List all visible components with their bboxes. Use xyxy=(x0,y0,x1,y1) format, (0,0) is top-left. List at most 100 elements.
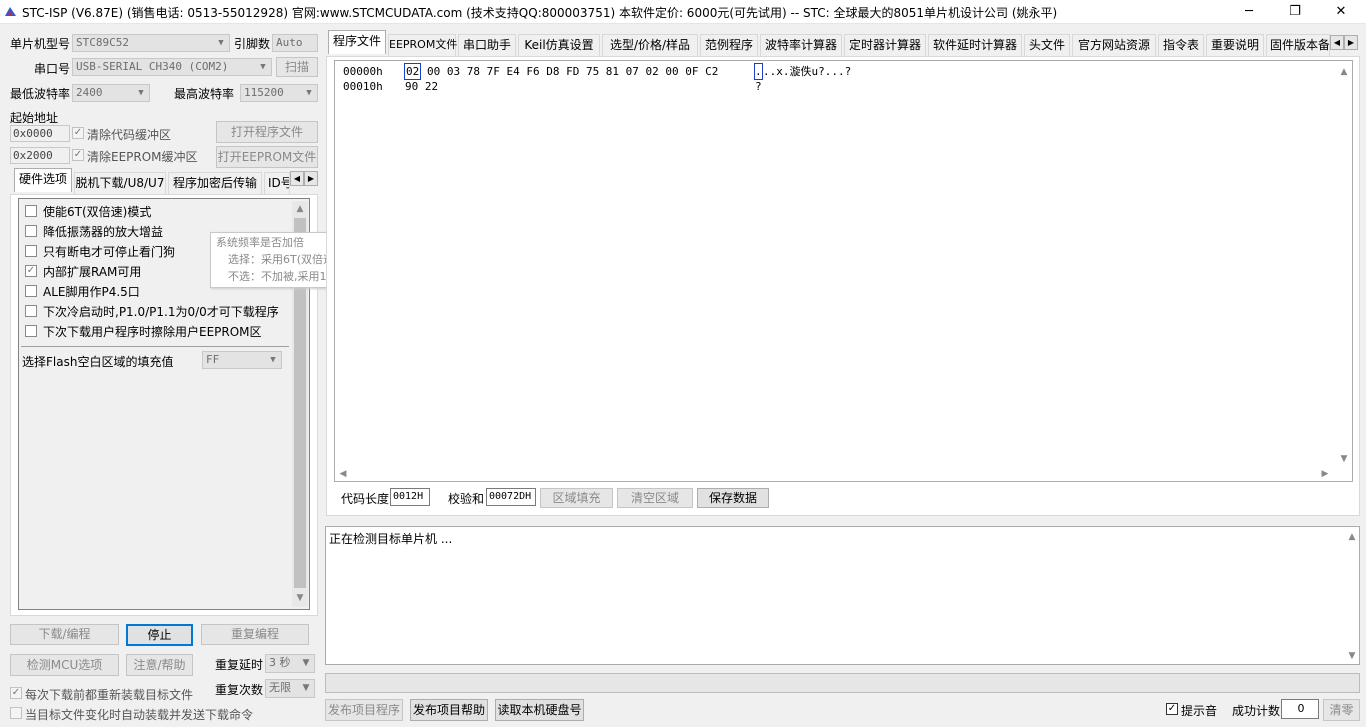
detect-mcu-button[interactable]: 检测MCU选项 xyxy=(10,654,119,676)
tab-scroll-right[interactable]: ▶ xyxy=(304,171,318,186)
tab-scroll-left[interactable]: ◀ xyxy=(1330,35,1344,50)
code-length-field: 0012H xyxy=(390,488,430,506)
tab-serial-assistant[interactable]: 串口助手 xyxy=(458,34,516,56)
save-data-button[interactable]: 保存数据 xyxy=(697,488,769,508)
download-program-button[interactable]: 下载/编程 xyxy=(10,624,119,645)
publish-help-button[interactable]: 发布项目帮助 xyxy=(410,699,488,721)
option-checkbox[interactable]: ✓ xyxy=(25,265,37,277)
start-address-label: 起始地址 xyxy=(10,111,59,125)
tab-timer-calculator[interactable]: 定时器计算器 xyxy=(844,34,926,56)
log-output[interactable]: 正在检测目标单片机 ... ▲ ▼ xyxy=(325,526,1360,665)
maximize-button[interactable]: ❐ xyxy=(1272,0,1318,24)
tab-baud-calculator[interactable]: 波特率计算器 xyxy=(760,34,842,56)
checksum-label: 校验和 xyxy=(448,492,485,506)
publish-program-button[interactable]: 发布项目程序 xyxy=(325,699,403,721)
tab-delay-calculator[interactable]: 软件延时计算器 xyxy=(928,34,1022,56)
option-checkbox[interactable] xyxy=(25,285,37,297)
scroll-down-icon[interactable]: ▼ xyxy=(1345,651,1359,661)
tab-selection-price[interactable]: 选型/价格/样品 xyxy=(602,34,698,56)
port-select[interactable]: USB-SERIAL CH340 (COM2) ▼ xyxy=(72,58,272,76)
hex-bytes: 00 03 78 7F E4 F6 D8 FD 75 81 07 02 00 0… xyxy=(427,65,719,78)
minimize-button[interactable]: ─ xyxy=(1226,0,1272,24)
tab-hardware-options[interactable]: 硬件选项 xyxy=(14,168,72,192)
scroll-left-icon[interactable]: ◀ xyxy=(337,469,349,479)
scan-button[interactable]: 扫描 xyxy=(276,57,318,77)
help-button[interactable]: 注意/帮助 xyxy=(126,654,193,676)
auto-load-label: 当目标文件变化时自动装载并发送下载命令 xyxy=(25,708,254,722)
stop-button[interactable]: 停止 xyxy=(126,624,193,646)
open-program-button[interactable]: 打开程序文件 xyxy=(216,121,318,143)
tab-scroll-right[interactable]: ▶ xyxy=(1344,35,1358,50)
close-button[interactable]: ✕ xyxy=(1318,0,1364,24)
tab-firmware-notes[interactable]: 固件版本备 xyxy=(1266,34,1330,56)
scroll-up-icon[interactable]: ▲ xyxy=(292,204,308,214)
scroll-up-icon[interactable]: ▲ xyxy=(1337,67,1351,77)
auto-load-checkbox[interactable] xyxy=(10,707,22,719)
chevron-down-icon: ▼ xyxy=(218,38,224,48)
tab-instruction-table[interactable]: 指令表 xyxy=(1158,34,1204,56)
tab-header-files[interactable]: 头文件 xyxy=(1024,34,1070,56)
option-label: 降低振荡器的放大增益 xyxy=(43,225,164,239)
option-checkbox[interactable] xyxy=(25,225,37,237)
title-bar: STC-ISP (V6.87E) (销售电话: 0513-55012928) 官… xyxy=(0,0,1366,24)
success-count-field: 0 xyxy=(1281,699,1319,719)
pins-select[interactable]: Auto xyxy=(272,34,318,52)
ascii-text: ..x.漩佚u?...? xyxy=(763,65,852,78)
option-checkbox[interactable] xyxy=(25,205,37,217)
read-disk-button[interactable]: 读取本机硬盘号 xyxy=(495,699,584,721)
scroll-down-icon[interactable]: ▼ xyxy=(1337,454,1351,464)
tab-scroll-left[interactable]: ◀ xyxy=(290,171,304,186)
fill-region-button[interactable]: 区域填充 xyxy=(540,488,613,508)
chevron-down-icon: ▼ xyxy=(270,355,276,365)
max-baud-label: 最高波特率 xyxy=(174,87,235,101)
code-address-field[interactable]: 0x0000 xyxy=(10,125,70,142)
scroll-right-icon[interactable]: ▶ xyxy=(1319,469,1331,479)
scroll-down-icon[interactable]: ▼ xyxy=(292,593,308,603)
eeprom-address-field[interactable]: 0x2000 xyxy=(10,147,70,164)
hex-viewer[interactable]: 00000h 02 00 03 78 7F E4 F6 D8 FD 75 81 … xyxy=(334,60,1353,482)
right-tab-bar: 程序文件 EEPROM文件 串口助手 Keil仿真设置 选型/价格/样品 范例程… xyxy=(326,30,1360,56)
reload-checkbox[interactable]: ✓ xyxy=(10,687,22,699)
tab-offline-download[interactable]: 脱机下载/U8/U7 xyxy=(74,172,166,194)
progress-bar xyxy=(325,673,1360,693)
ascii-text: ? xyxy=(755,80,762,93)
hex-address: 00010h xyxy=(343,80,383,93)
option-checkbox[interactable] xyxy=(25,245,37,257)
ascii-cursor[interactable]: . xyxy=(754,63,763,80)
left-tab-bar: 硬件选项 脱机下载/U8/U7 程序加密后传输 ID号 ◀ ▶ xyxy=(10,168,318,194)
chevron-down-icon: ▼ xyxy=(306,88,312,98)
tab-program-file[interactable]: 程序文件 xyxy=(328,30,386,54)
tab-important-notes[interactable]: 重要说明 xyxy=(1206,34,1264,56)
pins-label: 引脚数 xyxy=(234,37,271,51)
tab-website-resources[interactable]: 官方网站资源 xyxy=(1072,34,1156,56)
reprogram-button[interactable]: 重复编程 xyxy=(201,624,309,645)
option-label: 内部扩展RAM可用 xyxy=(43,265,142,279)
tab-eeprom-file[interactable]: EEPROM文件 xyxy=(388,34,457,56)
clear-code-checkbox[interactable]: ✓ xyxy=(72,127,84,139)
beep-checkbox[interactable]: ✓ xyxy=(1166,703,1178,715)
option-checkbox[interactable] xyxy=(25,305,37,317)
repeat-delay-select[interactable]: 3 秒 ▼ xyxy=(265,654,315,673)
open-eeprom-button[interactable]: 打开EEPROM文件 xyxy=(216,146,318,168)
clear-eeprom-checkbox[interactable]: ✓ xyxy=(72,149,84,161)
hex-cursor[interactable]: 02 xyxy=(403,63,422,80)
success-count-label: 成功计数 xyxy=(1232,704,1281,718)
repeat-count-select[interactable]: 无限 ▼ xyxy=(265,679,315,698)
clear-code-label: 清除代码缓冲区 xyxy=(87,128,172,142)
hex-bytes: 90 22 xyxy=(405,80,439,93)
option-label: 使能6T(双倍速)模式 xyxy=(43,205,152,219)
option-checkbox[interactable] xyxy=(25,325,37,337)
clear-region-button[interactable]: 清空区域 xyxy=(617,488,693,508)
app-icon xyxy=(4,5,17,18)
divider xyxy=(21,346,289,347)
max-baud-select[interactable]: 115200 ▼ xyxy=(240,84,318,102)
tab-keil-settings[interactable]: Keil仿真设置 xyxy=(518,34,600,56)
tab-encrypted-transfer[interactable]: 程序加密后传输 xyxy=(168,172,262,194)
tab-id[interactable]: ID号 xyxy=(264,172,290,194)
scroll-up-icon[interactable]: ▲ xyxy=(1345,532,1359,542)
clear-count-button[interactable]: 清零 xyxy=(1323,699,1360,721)
tab-examples[interactable]: 范例程序 xyxy=(700,34,758,56)
fill-value-select[interactable]: FF ▼ xyxy=(202,351,282,369)
mcu-select[interactable]: STC89C52 ▼ xyxy=(72,34,230,52)
min-baud-select[interactable]: 2400 ▼ xyxy=(72,84,150,102)
